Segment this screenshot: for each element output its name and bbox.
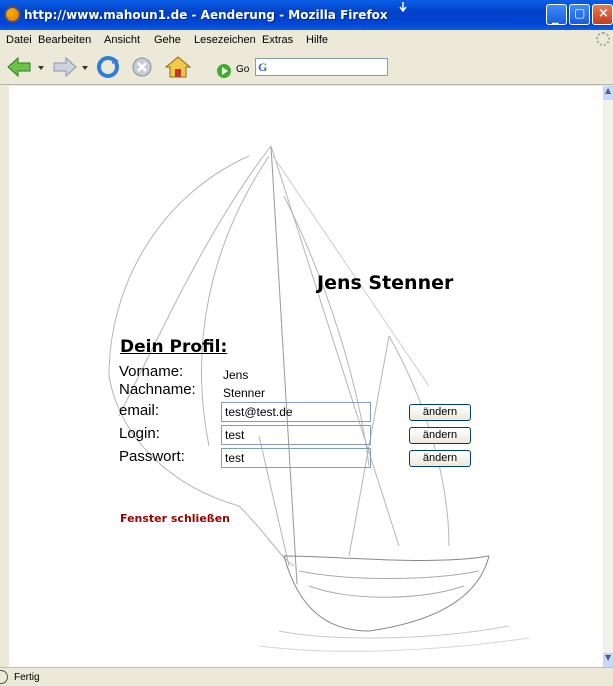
status-text: Fertig xyxy=(14,672,40,683)
close-button[interactable]: × xyxy=(592,4,613,25)
lastname-label: Nachname: xyxy=(119,381,196,398)
firefox-icon xyxy=(4,6,21,23)
back-arrow-icon[interactable] xyxy=(6,55,34,79)
status-bar: Fertig xyxy=(0,667,613,686)
forward-arrow-icon[interactable] xyxy=(50,55,78,79)
google-icon: G xyxy=(258,60,268,74)
stop-icon[interactable] xyxy=(130,55,154,79)
menu-item-hilfe[interactable]: Hilfe xyxy=(306,34,328,46)
back-dropdown-icon[interactable] xyxy=(36,55,46,79)
firstname-label: Vorname: xyxy=(119,363,184,380)
login-label: Login: xyxy=(119,425,160,442)
menu-item-datei[interactable]: Datei xyxy=(6,34,32,46)
chevron-up-icon: ▲ xyxy=(605,86,612,95)
password-change-button[interactable]: ändern xyxy=(409,450,471,467)
throbber-icon xyxy=(596,32,610,46)
maximize-button[interactable]: ▢ xyxy=(569,4,590,25)
status-bracket-icon xyxy=(0,670,8,684)
menu-item-bearbeiten[interactable]: Bearbeiten xyxy=(38,34,91,46)
vertical-scrollbar[interactable]: ▲ ▼ xyxy=(603,86,613,667)
email-input[interactable]: test@test.de xyxy=(221,402,371,422)
page-content: Jens Stenner Dein Profil: Vorname: Jens … xyxy=(9,86,603,667)
password-label: Passwort: xyxy=(119,448,185,465)
firstname-value: Jens xyxy=(223,368,249,382)
forward-dropdown-icon[interactable] xyxy=(80,55,90,79)
minimize-button[interactable]: _ xyxy=(546,4,567,25)
menu-bar: Datei Bearbeiten Ansicht Gehe Lesezeiche… xyxy=(0,30,613,50)
chevron-down-icon: ▼ xyxy=(605,653,612,662)
mouse-cursor-icon xyxy=(399,2,407,13)
window-title: http://www.mahoun1.de - Aenderung - Mozi… xyxy=(24,8,388,22)
home-icon[interactable] xyxy=(164,55,192,79)
scroll-up-button[interactable]: ▲ xyxy=(603,86,613,100)
browser-window: http://www.mahoun1.de - Aenderung - Mozi… xyxy=(0,0,613,686)
menu-item-lesezeichen[interactable]: Lesezeichen xyxy=(194,34,256,46)
go-icon[interactable] xyxy=(216,59,232,83)
email-change-button[interactable]: ändern xyxy=(409,404,471,421)
navigation-toolbar: Go G xyxy=(0,50,613,85)
menu-item-gehe[interactable]: Gehe xyxy=(154,34,181,46)
login-input[interactable]: test xyxy=(221,425,371,445)
password-input[interactable]: test xyxy=(221,448,371,468)
title-bar: http://www.mahoun1.de - Aenderung - Mozi… xyxy=(0,0,613,30)
lastname-value: Stenner xyxy=(223,386,266,400)
email-label: email: xyxy=(119,402,160,419)
address-bar[interactable]: G xyxy=(255,58,388,76)
menu-item-extras[interactable]: Extras xyxy=(262,34,293,46)
menu-item-ansicht[interactable]: Ansicht xyxy=(104,34,140,46)
close-window-link[interactable]: Fenster schließen xyxy=(120,512,230,525)
login-change-button[interactable]: ändern xyxy=(409,427,471,444)
profile-title: Dein Profil: xyxy=(120,337,228,357)
scroll-down-button[interactable]: ▼ xyxy=(603,653,613,667)
go-label[interactable]: Go xyxy=(236,64,249,75)
page-heading: Jens Stenner xyxy=(317,272,454,294)
reload-icon[interactable] xyxy=(94,55,122,79)
sailboat-illustration xyxy=(108,145,530,652)
